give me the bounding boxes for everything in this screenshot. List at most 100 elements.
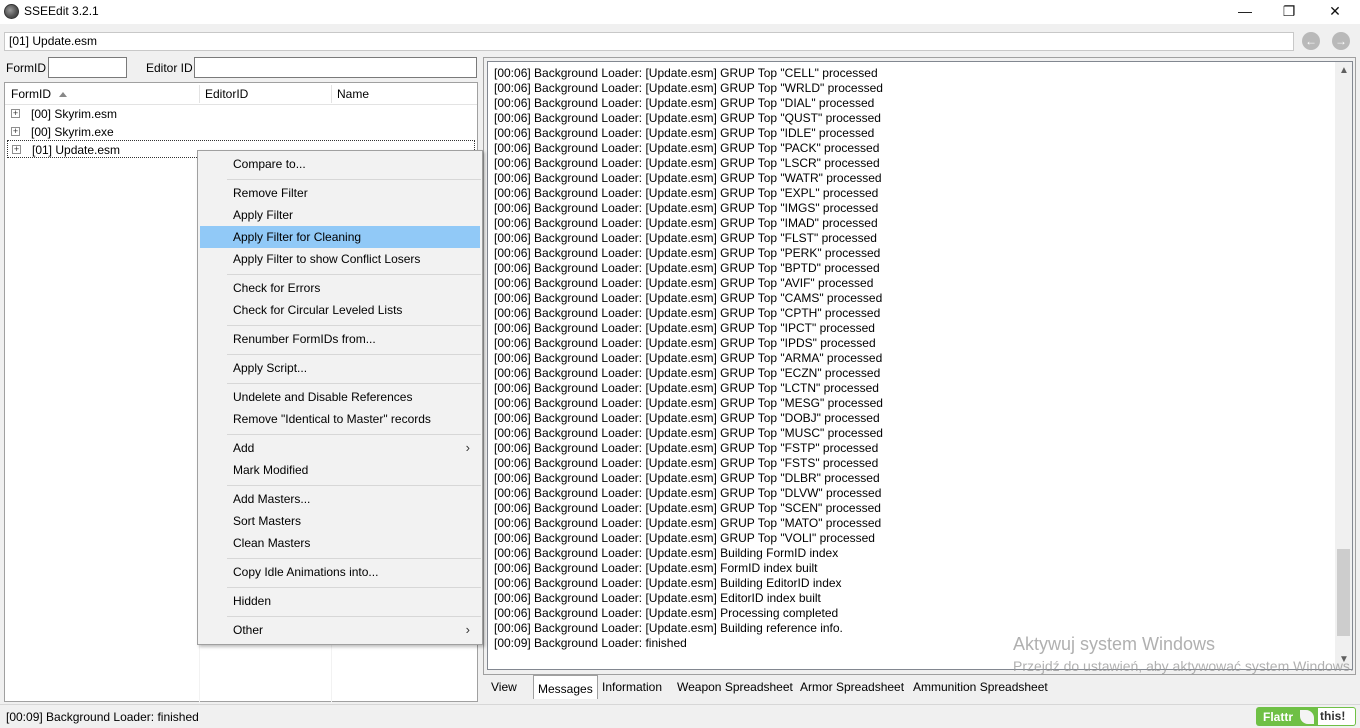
scroll-up-icon[interactable]: ▲	[1339, 65, 1349, 76]
menu-separator	[227, 179, 481, 180]
menu-item-remove-filter[interactable]: Remove Filter	[200, 182, 480, 204]
tab-view[interactable]: View	[487, 677, 521, 699]
minimize-button[interactable]: —	[1222, 0, 1268, 22]
message-line: [00:06] Background Loader: [Update.esm] …	[494, 141, 880, 155]
message-line: [00:06] Background Loader: [Update.esm] …	[494, 66, 878, 80]
menu-separator	[227, 558, 481, 559]
menu-item-add-masters[interactable]: Add Masters...	[200, 488, 480, 510]
tab-information[interactable]: Information	[598, 677, 666, 699]
message-line: [00:06] Background Loader: [Update.esm] …	[494, 336, 876, 350]
formid-filter-input[interactable]	[48, 57, 127, 78]
menu-separator	[227, 354, 481, 355]
expand-icon[interactable]: +	[12, 145, 21, 154]
message-line: [00:06] Background Loader: [Update.esm] …	[494, 606, 839, 620]
message-line: [00:06] Background Loader: [Update.esm] …	[494, 111, 881, 125]
tab-armor-spreadsheet[interactable]: Armor Spreadsheet	[796, 677, 908, 699]
menu-item-clean-masters[interactable]: Clean Masters	[200, 532, 480, 554]
message-line: [00:06] Background Loader: [Update.esm] …	[494, 516, 882, 530]
column-formid[interactable]: FormID	[5, 83, 199, 105]
app-icon	[4, 4, 19, 19]
menu-item-apply-filter[interactable]: Apply Filter	[200, 204, 480, 226]
sort-ascending-icon	[59, 92, 67, 98]
menu-separator	[227, 274, 481, 275]
message-line: [00:06] Background Loader: [Update.esm] …	[494, 621, 843, 635]
scroll-thumb[interactable]	[1337, 549, 1350, 636]
menu-item-apply-script[interactable]: Apply Script...	[200, 357, 480, 379]
message-line: [00:06] Background Loader: [Update.esm] …	[494, 576, 842, 590]
message-line: [00:06] Background Loader: [Update.esm] …	[494, 351, 883, 365]
tree-row-label: [00] Skyrim.exe	[31, 125, 114, 139]
activation-watermark-title: Aktywuj system Windows	[1013, 634, 1216, 654]
message-line: [00:06] Background Loader: [Update.esm] …	[494, 366, 881, 380]
tree-row-label: [01] Update.esm	[32, 143, 121, 157]
editorid-filter-input[interactable]	[194, 57, 477, 78]
tab-messages[interactable]: Messages	[533, 675, 598, 699]
message-line: [00:06] Background Loader: [Update.esm] …	[494, 261, 880, 275]
menu-item-copy-idle-animations[interactable]: Copy Idle Animations into...	[200, 561, 480, 583]
message-line: [00:06] Background Loader: [Update.esm] …	[494, 471, 880, 485]
message-line: [00:06] Background Loader: [Update.esm] …	[494, 456, 879, 470]
menu-separator	[227, 485, 481, 486]
tree-row[interactable]: + [00] Skyrim.esm	[7, 105, 475, 123]
menu-item-other[interactable]: Other ›	[200, 619, 480, 641]
message-line: [00:06] Background Loader: [Update.esm] …	[494, 96, 875, 110]
message-line: [00:06] Background Loader: [Update.esm] …	[494, 156, 880, 170]
message-line: [00:06] Background Loader: [Update.esm] …	[494, 426, 883, 440]
maximize-button[interactable]: ❐	[1266, 0, 1312, 22]
status-text: [00:09] Background Loader: finished	[6, 710, 199, 724]
menu-separator	[227, 383, 481, 384]
message-line: [00:06] Background Loader: [Update.esm] …	[494, 441, 879, 455]
forward-arrow-icon[interactable]: →	[1332, 32, 1350, 50]
close-button[interactable]: ✕	[1312, 0, 1358, 22]
menu-item-mark-modified[interactable]: Mark Modified	[200, 459, 480, 481]
menu-item-hidden[interactable]: Hidden	[200, 590, 480, 612]
message-line: [00:06] Background Loader: [Update.esm] …	[494, 81, 883, 95]
tab-weapon-spreadsheet[interactable]: Weapon Spreadsheet	[673, 677, 797, 699]
message-line: [00:09] Background Loader: finished	[494, 636, 687, 650]
message-line: [00:06] Background Loader: [Update.esm] …	[494, 501, 881, 515]
message-line: [00:06] Background Loader: [Update.esm] …	[494, 291, 883, 305]
menu-separator	[227, 325, 481, 326]
editorid-filter-label: Editor ID	[146, 61, 193, 75]
menu-separator	[227, 616, 481, 617]
expand-icon[interactable]: +	[11, 109, 20, 118]
menu-item-check-circular-leveled-lists[interactable]: Check for Circular Leveled Lists	[200, 299, 480, 321]
submenu-arrow-icon: ›	[465, 622, 470, 637]
message-line: [00:06] Background Loader: [Update.esm] …	[494, 396, 883, 410]
column-editorid[interactable]: EditorID	[199, 83, 331, 105]
message-line: [00:06] Background Loader: [Update.esm] …	[494, 381, 879, 395]
menu-item-remove-itm-records[interactable]: Remove "Identical to Master" records	[200, 408, 480, 430]
menu-separator	[227, 587, 481, 588]
tab-ammunition-spreadsheet[interactable]: Ammunition Spreadsheet	[909, 677, 1052, 699]
message-line: [00:06] Background Loader: [Update.esm] …	[494, 171, 882, 185]
menu-item-add[interactable]: Add ›	[200, 437, 480, 459]
back-arrow-icon[interactable]: ←	[1302, 32, 1320, 50]
message-line: [00:06] Background Loader: [Update.esm] …	[494, 321, 875, 335]
message-line: [00:06] Background Loader: [Update.esm] …	[494, 486, 882, 500]
vertical-scrollbar[interactable]: ▲ ▼	[1335, 62, 1352, 669]
submenu-arrow-icon: ›	[465, 440, 470, 455]
menu-item-apply-filter-for-cleaning[interactable]: Apply Filter for Cleaning	[200, 226, 480, 248]
flattr-this-label: this!	[1318, 708, 1355, 725]
tree-row[interactable]: + [00] Skyrim.exe	[7, 123, 475, 141]
messages-log[interactable]: ▲ ▼ [00:06] Background Loader: [Update.e…	[487, 61, 1353, 670]
menu-item-renumber-formids[interactable]: Renumber FormIDs from...	[200, 328, 480, 350]
status-bar: [00:09] Background Loader: finished	[0, 704, 1360, 728]
message-line: [00:06] Background Loader: [Update.esm] …	[494, 186, 879, 200]
bottom-tabs: View Messages Information Weapon Spreads…	[483, 675, 1356, 699]
column-name[interactable]: Name	[331, 83, 477, 105]
message-line: [00:06] Background Loader: [Update.esm] …	[494, 276, 874, 290]
menu-separator	[227, 434, 481, 435]
record-path-field[interactable]: [01] Update.esm	[4, 32, 1294, 51]
menu-item-undelete-disable-references[interactable]: Undelete and Disable References	[200, 386, 480, 408]
menu-item-compare-to[interactable]: Compare to...	[200, 153, 480, 175]
menu-item-check-for-errors[interactable]: Check for Errors	[200, 277, 480, 299]
expand-icon[interactable]: +	[11, 127, 20, 136]
menu-item-apply-filter-conflict-losers[interactable]: Apply Filter to show Conflict Losers	[200, 248, 480, 270]
menu-item-sort-masters[interactable]: Sort Masters	[200, 510, 480, 532]
tree-header: FormID EditorID Name	[5, 83, 477, 105]
activation-watermark-text: Przejdź do ustawień, aby aktywować syste…	[1013, 658, 1354, 674]
flattr-button[interactable]: Flattr this!	[1256, 707, 1356, 726]
message-line: [00:06] Background Loader: [Update.esm] …	[494, 126, 875, 140]
message-line: [00:06] Background Loader: [Update.esm] …	[494, 306, 881, 320]
